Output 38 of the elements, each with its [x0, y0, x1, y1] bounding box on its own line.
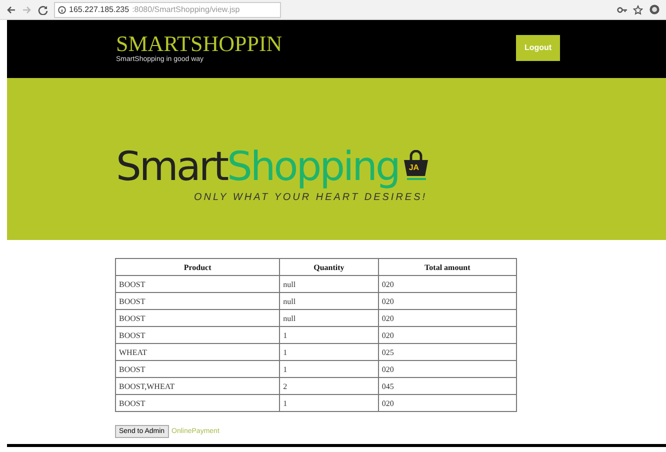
table-cell: 020: [378, 326, 516, 344]
column-header: Product: [116, 258, 280, 276]
table-cell: 020: [378, 276, 516, 292]
info-icon: [58, 6, 66, 14]
table-cell: 1: [280, 344, 378, 360]
table-cell: 1: [280, 394, 378, 412]
back-icon[interactable]: [6, 4, 16, 14]
logo-text: Smart: [116, 146, 227, 188]
star-icon[interactable]: [633, 4, 643, 14]
table-cell: BOOST,WHEAT: [116, 378, 280, 394]
reload-icon[interactable]: [38, 4, 48, 14]
column-header: Total amount: [378, 258, 516, 276]
table-cell: 1: [280, 360, 378, 378]
table-cell: BOOST: [116, 310, 280, 326]
table-cell: BOOST: [116, 326, 280, 344]
table-cell: 020: [378, 292, 516, 310]
table-cell: 2: [280, 378, 378, 394]
table-cell: 025: [378, 344, 516, 360]
key-icon[interactable]: [617, 6, 627, 14]
table-cell: BOOST: [116, 292, 280, 310]
table-cell: 1: [280, 326, 378, 344]
table-cell: WHEAT: [116, 344, 280, 360]
table-cell: null: [280, 292, 378, 310]
address-bar[interactable]: 165.227.185.235 :8080/SmartShopping/view.jsp: [54, 2, 281, 18]
table-cell: 045: [378, 378, 516, 394]
table-cell: 020: [378, 360, 516, 378]
column-header: Quantity: [280, 258, 378, 276]
table-cell: 020: [378, 310, 516, 326]
bag-logo: JA: [402, 150, 429, 180]
table-cell: null: [280, 310, 378, 326]
tagline: ONLY WHAT YOUR HEART DESIRES!: [194, 192, 428, 202]
logo-text: Shopping: [227, 146, 399, 188]
table-cell: null: [280, 276, 378, 292]
table-cell: BOOST: [116, 276, 280, 292]
table-cell: BOOST: [116, 360, 280, 378]
table-cell: BOOST: [116, 394, 280, 412]
site-title: SMARTSHOPPIN: [116, 32, 282, 56]
table-cell: 020: [378, 394, 516, 412]
